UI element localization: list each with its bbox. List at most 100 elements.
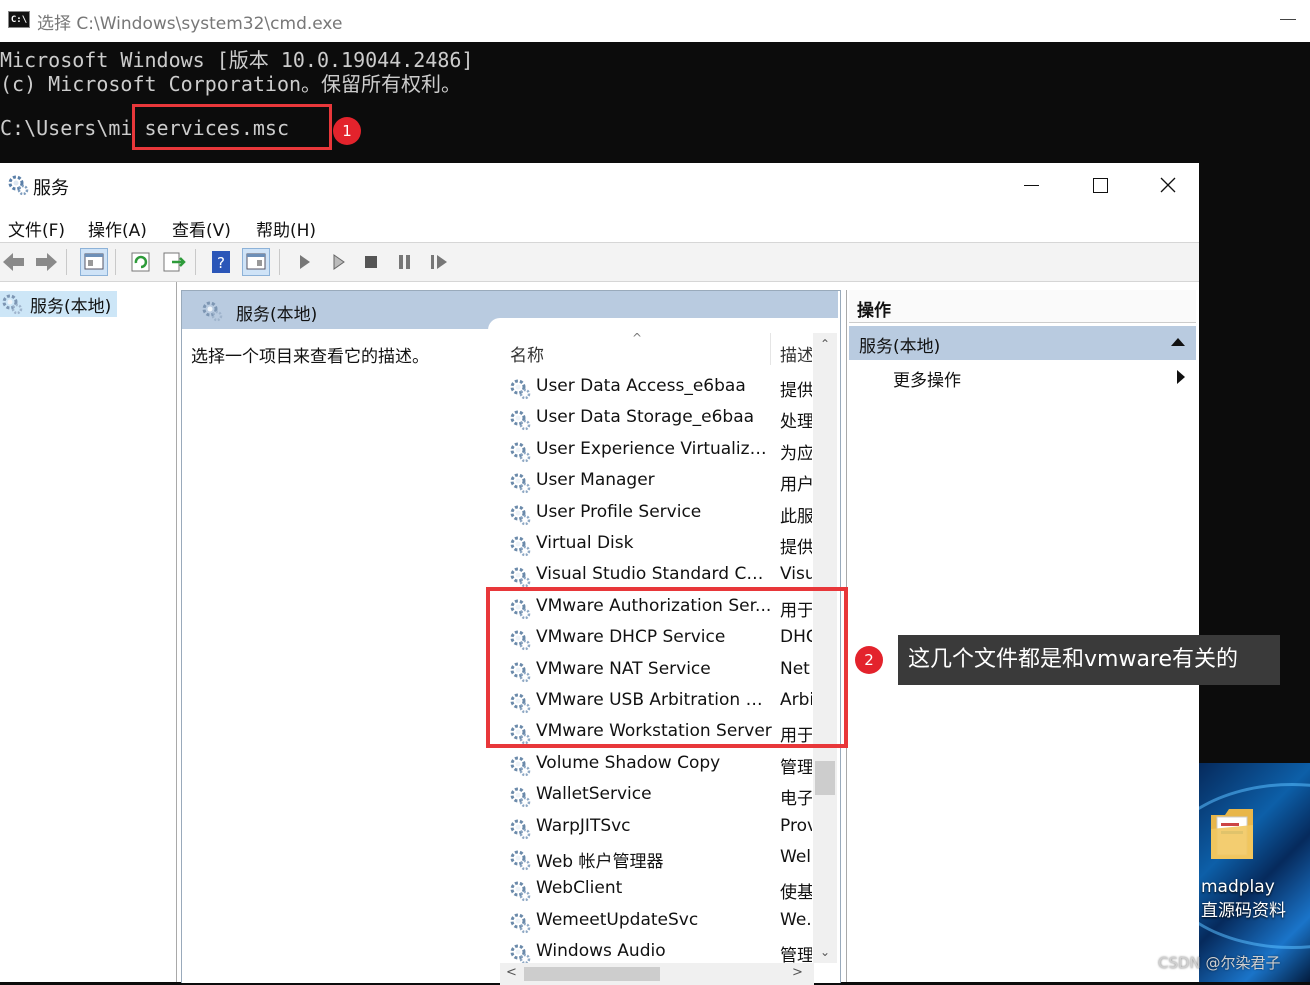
service-description: 管理 <box>780 757 812 778</box>
service-name: User Data Storage_e6baa <box>536 407 755 428</box>
start-service-button[interactable] <box>290 248 318 276</box>
column-divider[interactable] <box>770 333 771 365</box>
toolbar-separator <box>279 249 280 275</box>
service-gear-icon <box>508 377 532 405</box>
service-row[interactable]: WemeetUpdateSvc We. <box>504 907 816 938</box>
service-row[interactable]: Virtual Disk 提供 <box>504 530 816 561</box>
folder-icon[interactable] <box>1209 805 1255 863</box>
svg-text:?: ? <box>217 254 225 272</box>
scroll-down-icon[interactable]: ⌄ <box>813 941 837 963</box>
close-icon <box>1160 177 1176 193</box>
tree-item-services-local[interactable]: 服务(本地) <box>0 291 118 317</box>
submenu-arrow-icon[interactable] <box>1177 370 1185 384</box>
service-gear-icon <box>508 471 532 499</box>
help-icon: ? <box>212 251 230 273</box>
horizontal-scroll-thumb[interactable] <box>524 967 660 981</box>
menu-view[interactable]: 查看(V) <box>172 216 231 241</box>
menu-file[interactable]: 文件(F) <box>8 216 65 241</box>
actions-header: 操作 <box>849 290 1196 323</box>
annotation-highlight-box-vmware <box>486 587 848 748</box>
scroll-left-icon[interactable]: < <box>506 965 517 980</box>
menu-action[interactable]: 操作(A) <box>88 216 147 241</box>
more-actions-item[interactable]: 更多操作 <box>893 366 961 391</box>
cmd-app-icon: C:\ <box>8 11 30 28</box>
back-arrow-icon <box>3 253 24 271</box>
list-column-header: ^ 名称 描述 <box>498 331 812 367</box>
service-name: User Experience Virtualizat... <box>536 438 772 459</box>
start-service-alt-button[interactable] <box>324 248 352 276</box>
service-name: WalletService <box>536 784 652 805</box>
service-description: We. <box>780 909 812 930</box>
service-row[interactable]: WalletService 电子 <box>504 781 816 812</box>
export-list-button[interactable] <box>160 248 188 276</box>
services-titlebar: 服务 <box>0 163 1199 208</box>
header-tab-notch <box>488 318 838 330</box>
scroll-right-icon[interactable]: > <box>792 965 803 980</box>
play-icon <box>300 255 310 269</box>
show-hide-console-tree-button[interactable] <box>80 248 108 276</box>
desktop-icon-label-line: 直源码资料 <box>1201 901 1286 921</box>
desktop-background: madplay 直源码资料 <box>1199 763 1310 982</box>
stop-service-button[interactable] <box>357 248 385 276</box>
service-row[interactable]: User Data Access_e6baa 提供 <box>504 373 816 404</box>
service-description: 提供 <box>780 381 812 401</box>
service-gear-icon <box>508 754 532 782</box>
cmd-minimize-button[interactable] <box>1280 19 1296 20</box>
cmd-titlebar: C:\ 选择 C:\Windows\system32\cmd.exe <box>0 0 1310 42</box>
service-gear-icon <box>508 879 532 907</box>
column-header-name[interactable]: 名称 <box>510 341 544 366</box>
service-row[interactable]: User Data Storage_e6baa 处理 <box>504 404 816 435</box>
export-list-icon <box>163 252 186 272</box>
minimize-button[interactable] <box>1006 163 1066 208</box>
service-name: WarpJITSvc <box>536 815 631 836</box>
service-gear-icon <box>508 848 532 876</box>
service-description: 提供 <box>780 538 812 558</box>
service-gear-icon <box>508 503 532 531</box>
toolbar-separator <box>115 249 116 275</box>
service-name: Visual Studio Standard Coll... <box>536 564 772 585</box>
service-row[interactable]: WebClient 使基 <box>504 875 816 906</box>
service-row[interactable]: User Profile Service 此服 <box>504 499 816 530</box>
help-button[interactable]: ? <box>207 248 235 276</box>
column-header-description[interactable]: 描述 <box>780 341 812 366</box>
service-name: Windows Audio <box>536 941 666 962</box>
services-window: 服务 文件(F) 操作(A) 查看(V) 帮助(H) ? 服务(本地) 服务(本… <box>0 163 1199 985</box>
restart-service-button[interactable] <box>425 248 453 276</box>
vertical-scroll-thumb[interactable] <box>815 761 835 795</box>
cmd-window-title: 选择 C:\Windows\system32\cmd.exe <box>37 14 343 34</box>
service-description: 电子 <box>780 789 812 810</box>
pause-icon <box>399 255 410 269</box>
show-action-pane-button[interactable] <box>242 248 270 276</box>
scroll-up-icon[interactable]: ⌃ <box>813 333 837 355</box>
annotation-badge-1: 1 <box>333 117 361 145</box>
service-row[interactable]: Web 帐户管理器 Wel <box>504 844 816 875</box>
annotation-note: 这几个文件都是和vmware有关的 <box>898 635 1280 685</box>
service-row[interactable]: User Manager 用户 <box>504 467 816 498</box>
center-pane-header: 服务(本地) <box>182 291 838 330</box>
collapse-triangle-icon[interactable] <box>1171 338 1185 346</box>
menu-bar: 文件(F) 操作(A) 查看(V) 帮助(H) <box>0 208 1199 243</box>
service-description: 用户 <box>780 475 812 496</box>
service-gear-icon <box>508 785 532 813</box>
refresh-button[interactable] <box>127 248 155 276</box>
service-row[interactable]: WarpJITSvc Prov <box>504 813 816 844</box>
toolbar-separator <box>66 249 67 275</box>
pause-service-button[interactable] <box>391 248 419 276</box>
service-row[interactable]: Volume Shadow Copy 管理 <box>504 750 816 781</box>
back-button[interactable] <box>0 248 28 276</box>
service-name: WebClient <box>536 878 623 899</box>
actions-section-label: 服务(本地) <box>859 337 941 357</box>
close-button[interactable] <box>1136 163 1196 208</box>
service-description: Prov <box>780 815 812 836</box>
service-row[interactable]: User Experience Virtualizat... 为应 <box>504 436 816 467</box>
actions-section-services-local[interactable]: 服务(本地) <box>849 326 1196 360</box>
desktop-icon-label[interactable]: madplay 直源码资料 <box>1201 875 1310 923</box>
service-description: 处理 <box>780 412 812 433</box>
maximize-button[interactable] <box>1071 163 1131 208</box>
toolbar: ? <box>0 243 1199 282</box>
console-tree: 服务(本地) <box>0 282 177 982</box>
service-name: Virtual Disk <box>536 533 634 553</box>
forward-button[interactable] <box>32 248 60 276</box>
menu-help[interactable]: 帮助(H) <box>256 216 316 241</box>
service-description: Wel <box>780 847 811 867</box>
